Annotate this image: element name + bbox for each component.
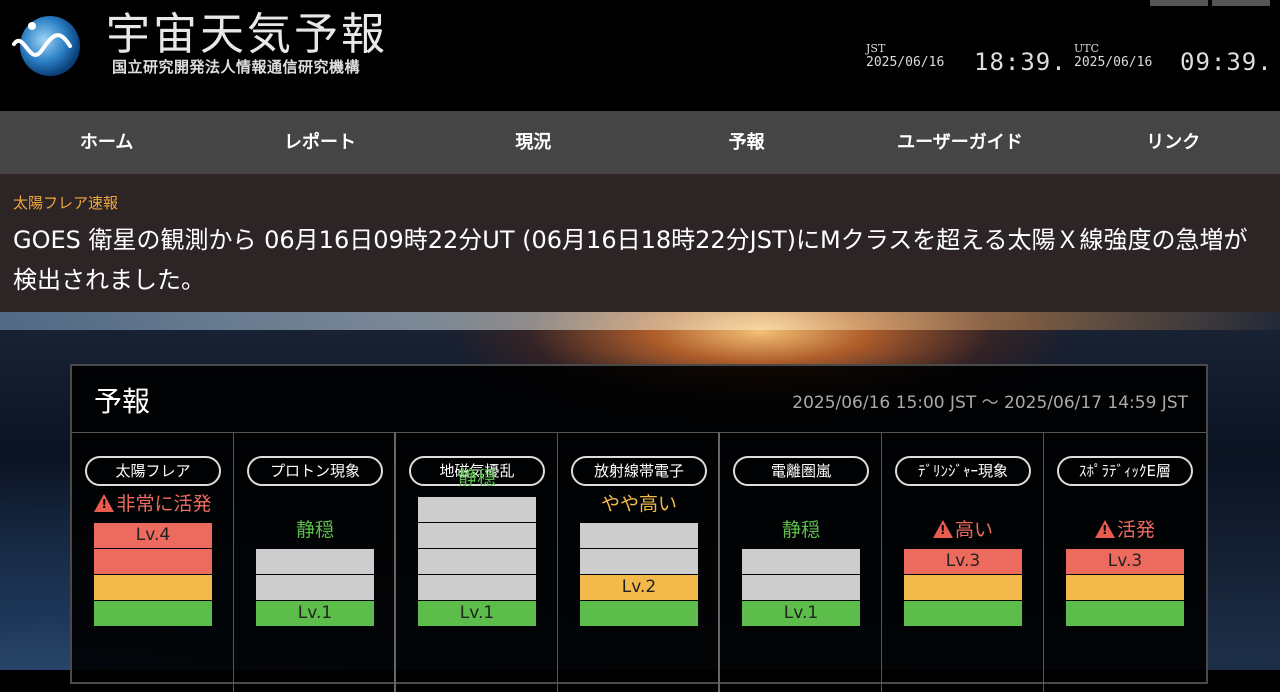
flare-alert[interactable]: 太陽フレア速報 GOES 衛星の観測から 06月16日09時22分UT (06月… (0, 174, 1280, 312)
forecast-status: 活発 (1044, 515, 1206, 542)
clock-zone-utc: UTC (1074, 42, 1100, 55)
level-bar (904, 601, 1022, 626)
top-tabs (1150, 0, 1270, 6)
horizon-glow (0, 312, 1280, 330)
level-bar: Lv.1 (256, 601, 374, 626)
level-bar: Lv.1 (742, 601, 860, 626)
level-bar (94, 575, 212, 600)
level-bar: Lv.4 (94, 523, 212, 548)
nav-forecast[interactable]: 予報 (640, 111, 853, 174)
forecast-status-text: 活発 (1116, 519, 1155, 541)
forecast-status: 非常に活発 (72, 489, 234, 516)
forecast-column: ｽﾎﾟﾗﾃﾞｨｯｸE層 Lv.3 活発 (1044, 432, 1206, 692)
forecast-period: 2025/06/16 15:00 JST 〜 2025/06/17 14:59 … (792, 393, 1188, 413)
level-bar: Lv.2 (580, 575, 698, 600)
forecast-column: 太陽フレア Lv.4 非常に活発 (72, 432, 234, 692)
forecast-status-text: 非常に活発 (116, 493, 212, 515)
forecast-status: やや高い (558, 489, 720, 516)
nav-home[interactable]: ホーム (0, 111, 213, 174)
forecast-status: 静穏 (720, 515, 882, 542)
forecast-status-text: 高い (954, 519, 993, 541)
forecast-panel: 予報 2025/06/16 15:00 JST 〜 2025/06/17 14:… (70, 364, 1208, 692)
forecast-column: ﾃﾞﾘﾝｼﾞｬｰ現象 Lv.3 高い (882, 432, 1044, 692)
forecast-status-text: 静穏 (457, 467, 496, 489)
site-org-name: 国立研究開発法人情報通信研究機構 (112, 58, 361, 76)
forecast-status-text: 静穏 (295, 519, 334, 541)
clock-time-utc: 09:39. (1180, 48, 1273, 76)
level-bar (94, 601, 212, 626)
level-bar (256, 575, 374, 600)
clock-zone-jst: JST (866, 42, 886, 55)
forecast-status: 静穏 (396, 463, 558, 490)
forecast-category-button[interactable]: ﾃﾞﾘﾝｼﾞｬｰ現象 (895, 456, 1031, 486)
forecast-title: 予報 (94, 385, 151, 418)
forecast-category-button[interactable]: 放射線帯電子 (571, 456, 707, 486)
forecast-category-button[interactable]: 太陽フレア (85, 456, 221, 486)
forecast-status: 高い (882, 515, 1044, 542)
forecast-column: プロトン現象 Lv.1 静穏 (234, 432, 396, 692)
level-bar (904, 575, 1022, 600)
forecast-status-text: やや高い (600, 493, 677, 515)
forecast-status: 静穏 (234, 515, 396, 542)
level-bar (418, 575, 536, 600)
forecast-column: 地磁気擾乱 Lv.1 静穏 (396, 432, 558, 692)
clock-utc: UTC 2025/06/16 09:39. (1074, 42, 1272, 76)
level-bar (580, 523, 698, 548)
site-header: 宇宙天気予報 国立研究開発法人情報通信研究機構 JST 2025/06/16 1… (0, 0, 1280, 111)
forecast-category-button[interactable]: 電離圏嵐 (733, 456, 869, 486)
level-bar (256, 549, 374, 574)
nav-links[interactable]: リンク (1067, 111, 1280, 174)
main-nav: ホーム レポート 現況 予報 ユーザーガイド リンク (0, 111, 1280, 174)
level-bar (418, 549, 536, 574)
forecast-category-button[interactable]: プロトン現象 (247, 456, 383, 486)
clock-date-utc: 2025/06/16 (1074, 55, 1153, 70)
forecast-panel-header: 予報 2025/06/16 15:00 JST 〜 2025/06/17 14:… (72, 366, 1206, 433)
warning-icon (1094, 520, 1115, 538)
clock-time-jst: 18:39. (974, 48, 1067, 76)
clock-date-jst: 2025/06/16 (866, 55, 945, 70)
level-bar (580, 549, 698, 574)
level-bar (742, 549, 860, 574)
level-bar (1066, 601, 1184, 626)
warning-icon (932, 520, 953, 538)
level-bar: Lv.3 (1066, 549, 1184, 574)
alert-title: 太陽フレア速報 (13, 194, 119, 212)
level-bar (742, 575, 860, 600)
nav-current[interactable]: 現況 (427, 111, 640, 174)
level-bar (418, 497, 536, 522)
level-bar (1066, 575, 1184, 600)
forecast-status-text: 静穏 (781, 519, 820, 541)
clock-jst: JST 2025/06/16 18:39. (866, 42, 1066, 76)
level-bar: Lv.1 (418, 601, 536, 626)
top-tab-1[interactable] (1150, 0, 1208, 6)
site-title[interactable]: 宇宙天気予報 (106, 0, 388, 62)
top-tab-2[interactable] (1212, 0, 1270, 6)
level-bar (580, 601, 698, 626)
level-bar: Lv.3 (904, 549, 1022, 574)
nict-logo-icon[interactable] (8, 10, 88, 78)
level-bar (418, 523, 536, 548)
warning-icon (94, 494, 115, 512)
alert-text: GOES 衛星の観測から 06月16日09時22分UT (06月16日18時22… (13, 226, 1248, 294)
forecast-category-button[interactable]: ｽﾎﾟﾗﾃﾞｨｯｸE層 (1057, 456, 1193, 486)
nav-user-guide[interactable]: ユーザーガイド (853, 111, 1066, 174)
forecast-column: 電離圏嵐 Lv.1 静穏 (720, 432, 882, 692)
nav-report[interactable]: レポート (213, 111, 426, 174)
forecast-columns: 太陽フレアLv.4非常に活発プロトン現象Lv.1静穏地磁気擾乱Lv.1静穏放射線… (72, 432, 1206, 692)
forecast-column: 放射線帯電子 Lv.2 やや高い (558, 432, 720, 692)
level-bar (94, 549, 212, 574)
